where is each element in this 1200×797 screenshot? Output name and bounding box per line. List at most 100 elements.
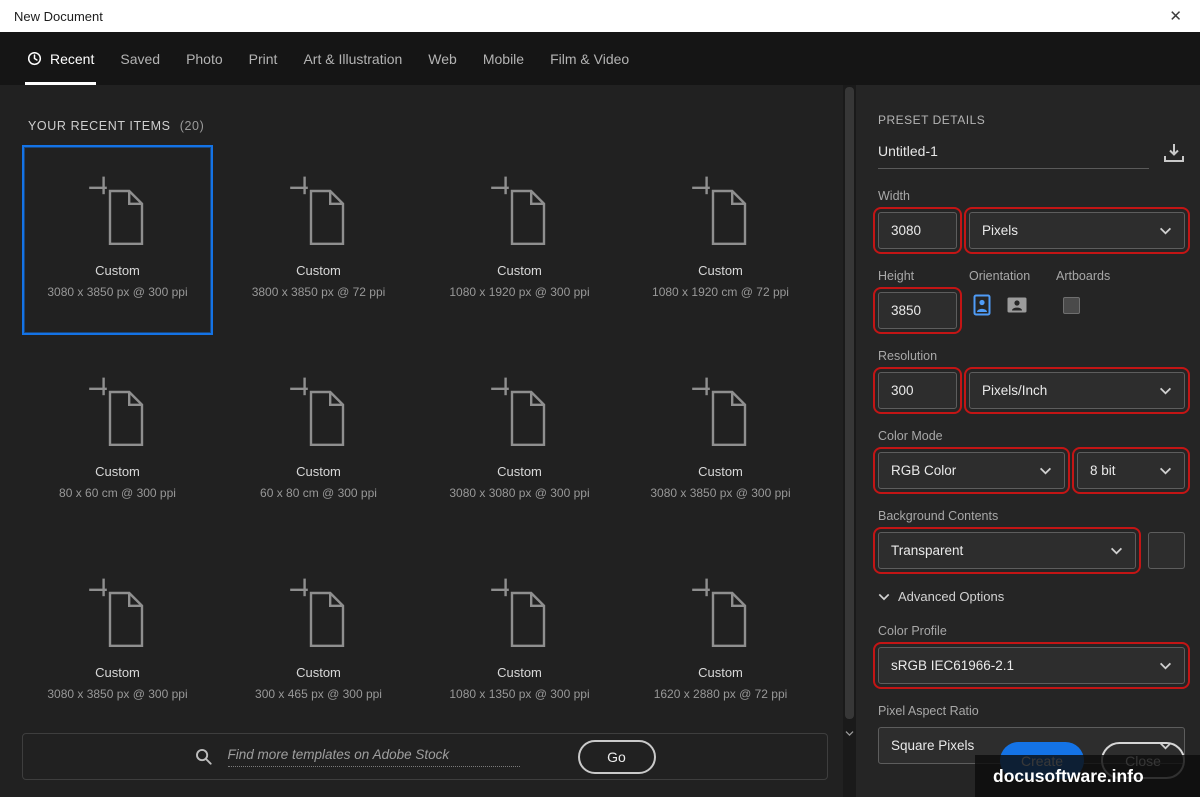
clock-icon	[27, 51, 42, 66]
search-input[interactable]: Find more templates on Adobe Stock	[228, 747, 520, 767]
chevron-down-icon	[1159, 387, 1172, 395]
template-card[interactable]: Custom 1620 x 2880 px @ 72 ppi	[625, 547, 816, 737]
template-card[interactable]: Custom 3800 x 3850 px @ 72 ppi	[223, 145, 414, 335]
go-button[interactable]: Go	[578, 740, 656, 774]
template-card[interactable]: Custom 3080 x 3080 px @ 300 ppi	[424, 346, 615, 536]
landscape-icon	[1005, 293, 1029, 317]
template-card[interactable]: Custom 3080 x 3850 px @ 300 ppi	[22, 547, 213, 737]
document-icon	[690, 577, 752, 649]
template-dims: 1080 x 1920 px @ 300 ppi	[449, 285, 589, 299]
template-card[interactable]: Custom 60 x 80 cm @ 300 ppi	[223, 346, 414, 536]
resolution-label: Resolution	[878, 349, 1185, 363]
document-icon	[87, 577, 149, 649]
scrollbar-thumb[interactable]	[845, 87, 854, 719]
chevron-down-icon	[1039, 467, 1052, 475]
color-mode-label: Color Mode	[878, 429, 1185, 443]
chevron-down-icon	[1159, 227, 1172, 235]
template-card[interactable]: Custom 1080 x 1920 cm @ 72 ppi	[625, 145, 816, 335]
template-dims: 3080 x 3080 px @ 300 ppi	[449, 486, 589, 500]
color-profile-label: Color Profile	[878, 624, 1185, 638]
watermark: docusoftware.info	[975, 755, 1200, 797]
close-icon[interactable]: ✕	[1169, 7, 1182, 25]
orientation-portrait-button[interactable]	[969, 292, 995, 318]
document-icon	[288, 577, 350, 649]
resolution-unit-select[interactable]: Pixels/Inch	[969, 372, 1185, 409]
template-grid: Custom 3080 x 3850 px @ 300 ppi Custom 3…	[22, 145, 856, 737]
template-dims: 60 x 80 cm @ 300 ppi	[260, 486, 377, 500]
template-dims: 1620 x 2880 px @ 72 ppi	[654, 687, 788, 701]
tab-label: Film & Video	[550, 51, 629, 67]
resolution-input[interactable]: 300	[878, 372, 957, 409]
document-icon	[489, 577, 551, 649]
color-profile-value: sRGB IEC61966-2.1	[891, 658, 1014, 673]
recent-items-count: (20)	[180, 119, 205, 133]
advanced-options-toggle[interactable]: Advanced Options	[878, 589, 1185, 604]
template-card[interactable]: Custom 3080 x 3850 px @ 300 ppi	[625, 346, 816, 536]
template-name: Custom	[698, 464, 743, 479]
document-icon	[87, 175, 149, 247]
template-card-selected[interactable]: Custom 3080 x 3850 px @ 300 ppi	[22, 145, 213, 335]
tab-web[interactable]: Web	[415, 32, 470, 85]
adobe-stock-search-bar: Find more templates on Adobe Stock Go	[22, 733, 828, 780]
save-preset-icon[interactable]	[1163, 143, 1185, 163]
tab-mobile[interactable]: Mobile	[470, 32, 537, 85]
resolution-unit-value: Pixels/Inch	[982, 383, 1047, 398]
color-mode-select[interactable]: RGB Color	[878, 452, 1065, 489]
tab-label: Art & Illustration	[303, 51, 402, 67]
template-card[interactable]: Custom 1080 x 1350 px @ 300 ppi	[424, 547, 615, 737]
search-icon	[195, 748, 212, 765]
artboards-checkbox[interactable]	[1063, 297, 1080, 314]
document-name-field[interactable]: Untitled-1	[878, 143, 1149, 169]
template-dims: 1080 x 1920 cm @ 72 ppi	[652, 285, 789, 299]
template-card[interactable]: Custom 1080 x 1920 px @ 300 ppi	[424, 145, 615, 335]
template-name: Custom	[296, 464, 341, 479]
tab-label: Print	[249, 51, 278, 67]
template-dims: 3080 x 3850 px @ 300 ppi	[47, 285, 187, 299]
template-dims: 3080 x 3850 px @ 300 ppi	[650, 486, 790, 500]
background-contents-select[interactable]: Transparent	[878, 532, 1136, 569]
scrollbar[interactable]	[843, 85, 856, 797]
template-name: Custom	[95, 665, 140, 680]
chevron-down-icon	[1159, 467, 1172, 475]
tab-art-illustration[interactable]: Art & Illustration	[290, 32, 415, 85]
tab-saved[interactable]: Saved	[107, 32, 173, 85]
dialog-title: New Document	[14, 9, 103, 24]
template-card[interactable]: Custom 300 x 465 px @ 300 ppi	[223, 547, 414, 737]
width-label: Width	[878, 189, 1185, 203]
recent-heading-text: YOUR RECENT ITEMS	[28, 119, 171, 133]
tab-label: Saved	[120, 51, 160, 67]
height-label: Height	[878, 269, 957, 283]
preset-details-panel: PRESET DETAILS Untitled-1 Width 3080 Pix…	[856, 85, 1200, 797]
tab-recent[interactable]: Recent	[14, 32, 107, 85]
title-bar: New Document ✕	[0, 0, 1200, 32]
tab-print[interactable]: Print	[236, 32, 291, 85]
tab-film-video[interactable]: Film & Video	[537, 32, 642, 85]
new-document-dialog: New Document ✕ Recent Saved Photo Print …	[0, 0, 1200, 797]
template-card[interactable]: Custom 80 x 60 cm @ 300 ppi	[22, 346, 213, 536]
unit-select[interactable]: Pixels	[969, 212, 1185, 249]
chevron-down-icon	[878, 593, 890, 601]
bit-depth-value: 8 bit	[1090, 463, 1116, 478]
template-dims: 3800 x 3850 px @ 72 ppi	[252, 285, 386, 299]
unit-value: Pixels	[982, 223, 1018, 238]
background-contents-label: Background Contents	[878, 509, 1185, 523]
document-icon	[489, 376, 551, 448]
template-name: Custom	[296, 665, 341, 680]
tab-label: Mobile	[483, 51, 524, 67]
advanced-options-label: Advanced Options	[898, 589, 1004, 604]
bit-depth-select[interactable]: 8 bit	[1077, 452, 1185, 489]
document-icon	[288, 175, 350, 247]
background-color-swatch[interactable]	[1148, 532, 1185, 569]
artboards-label: Artboards	[1056, 269, 1110, 283]
template-name: Custom	[296, 263, 341, 278]
template-dims: 3080 x 3850 px @ 300 ppi	[47, 687, 187, 701]
orientation-landscape-button[interactable]	[1004, 292, 1030, 318]
color-profile-select[interactable]: sRGB IEC61966-2.1	[878, 647, 1185, 684]
width-input[interactable]: 3080	[878, 212, 957, 249]
tab-label: Recent	[50, 51, 94, 67]
height-input[interactable]: 3850	[878, 292, 957, 329]
portrait-icon	[970, 293, 994, 317]
template-dims: 300 x 465 px @ 300 ppi	[255, 687, 382, 701]
scrollbar-down-arrow-icon[interactable]	[845, 730, 854, 737]
tab-photo[interactable]: Photo	[173, 32, 236, 85]
